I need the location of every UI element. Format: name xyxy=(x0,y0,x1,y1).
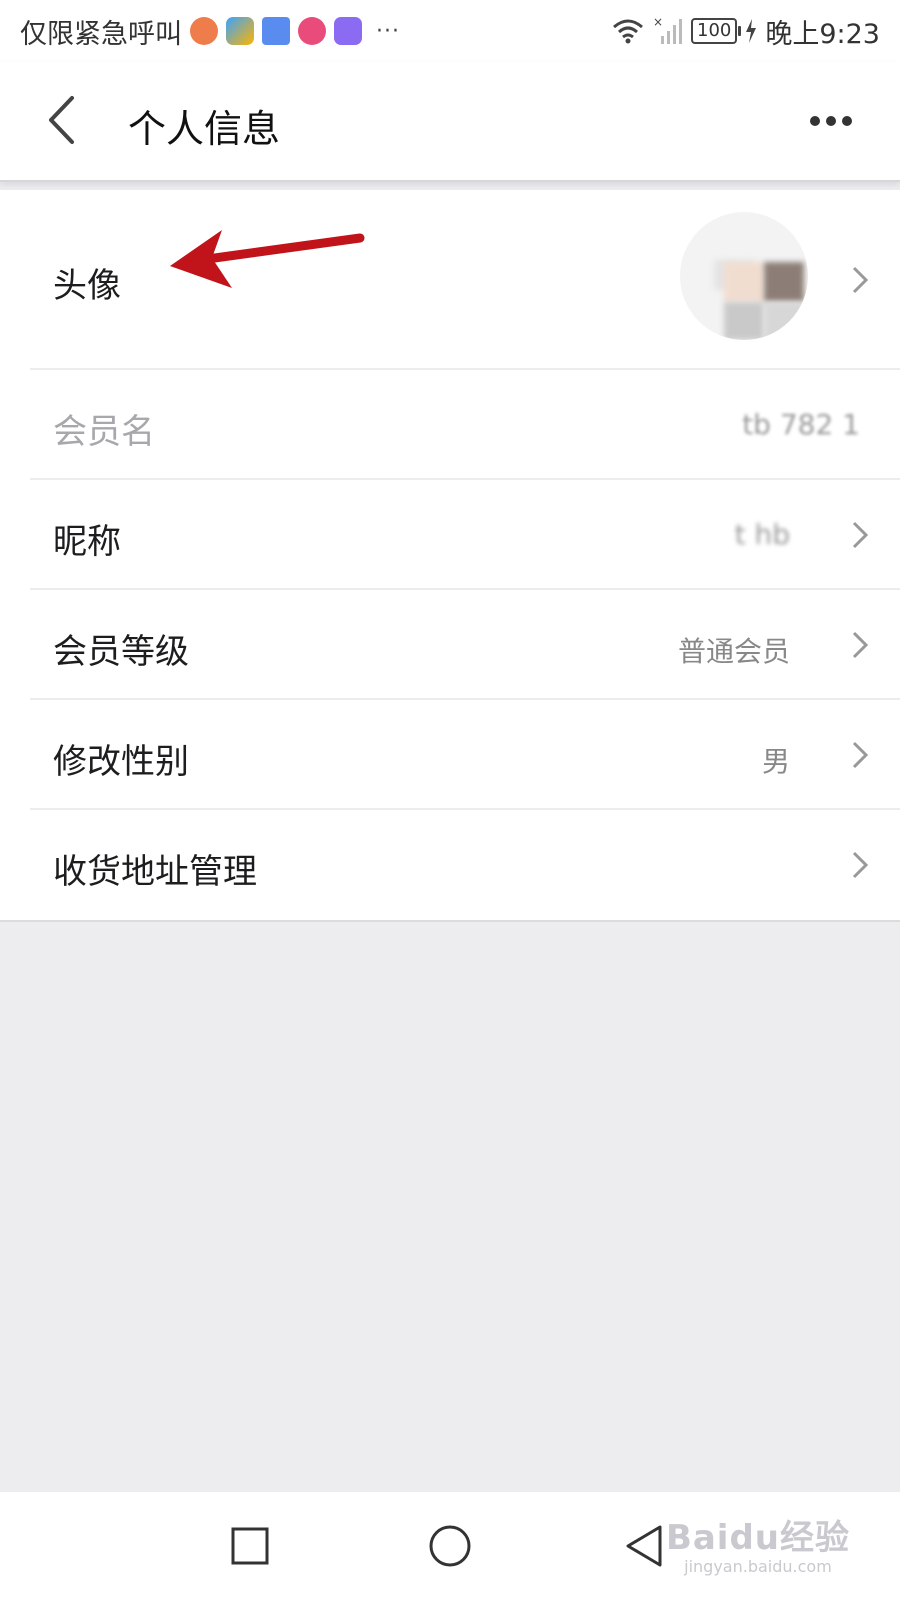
weibo-icon xyxy=(190,17,218,45)
page-title: 个人信息 xyxy=(128,107,281,151)
more-button[interactable] xyxy=(806,106,856,136)
row-value-nickname: t hb xyxy=(734,518,790,551)
square-icon xyxy=(231,1527,269,1565)
home-button[interactable] xyxy=(420,1516,480,1576)
chevron-right-icon xyxy=(852,631,869,659)
clock-icon xyxy=(334,17,362,45)
status-left: 仅限紧急呼叫 ··· xyxy=(20,12,400,51)
row-label-avatar: 头像 xyxy=(53,266,121,306)
signal-icon: × xyxy=(653,16,682,44)
calendar-icon xyxy=(262,17,290,45)
charging-icon xyxy=(746,19,757,43)
system-nav-bar: Baidu经验 jingyan.baidu.com xyxy=(0,1492,900,1600)
circle-icon xyxy=(429,1525,471,1567)
wifi-icon xyxy=(613,19,643,44)
row-gender[interactable]: 修改性别 男 xyxy=(0,700,900,810)
row-label-member-name: 会员名 xyxy=(53,412,155,452)
row-avatar[interactable]: 头像 xyxy=(0,190,900,370)
row-label-nickname: 昵称 xyxy=(53,522,121,562)
more-dots-icon xyxy=(810,116,852,126)
row-label-gender: 修改性别 xyxy=(53,742,189,782)
chevron-right-icon xyxy=(852,851,869,879)
row-label-address: 收货地址管理 xyxy=(53,852,257,892)
back-button[interactable] xyxy=(36,90,86,150)
baidu-watermark: Baidu经验 jingyan.baidu.com xyxy=(666,1510,850,1576)
watermark-main: Baidu经验 xyxy=(665,1518,850,1558)
chevron-right-icon xyxy=(852,741,869,769)
annotation-arrow-icon xyxy=(170,230,365,288)
profile-list: 头像 会员名 tb 782 1 昵称 t hb 会员等级 普通会员 修改性别 男… xyxy=(0,190,900,922)
browser-icon xyxy=(226,17,254,45)
chevron-right-icon xyxy=(852,521,869,549)
carrier-text: 仅限紧急呼叫 xyxy=(20,18,182,50)
row-value-member-name: tb 782 1 xyxy=(742,408,860,441)
more-notifications-icon: ··· xyxy=(376,18,400,44)
row-member-name: 会员名 tb 782 1 xyxy=(0,370,900,480)
row-value-gender: 男 xyxy=(761,745,790,778)
back-arrow-icon xyxy=(49,96,74,144)
row-member-level[interactable]: 会员等级 普通会员 xyxy=(0,590,900,700)
row-label-member-level: 会员等级 xyxy=(53,632,189,672)
svg-text:×: × xyxy=(653,16,663,29)
row-address[interactable]: 收货地址管理 xyxy=(0,810,900,922)
row-value-member-level: 普通会员 xyxy=(677,635,790,668)
clock-time: 晚上9:23 xyxy=(765,18,880,50)
status-right: × 100 晚上9:23 xyxy=(611,12,880,51)
music-icon xyxy=(298,17,326,45)
header: 个人信息 xyxy=(0,62,900,182)
battery-icon: 100 xyxy=(691,18,742,44)
recent-apps-button[interactable] xyxy=(220,1516,280,1576)
avatar xyxy=(680,212,808,340)
watermark-sub: jingyan.baidu.com xyxy=(684,1557,832,1576)
chevron-right-icon xyxy=(852,266,869,294)
status-bar: 仅限紧急呼叫 ··· × 100 晚上9:23 xyxy=(0,0,900,62)
row-nickname[interactable]: 昵称 t hb xyxy=(0,480,900,590)
triangle-back-icon xyxy=(626,1525,662,1567)
